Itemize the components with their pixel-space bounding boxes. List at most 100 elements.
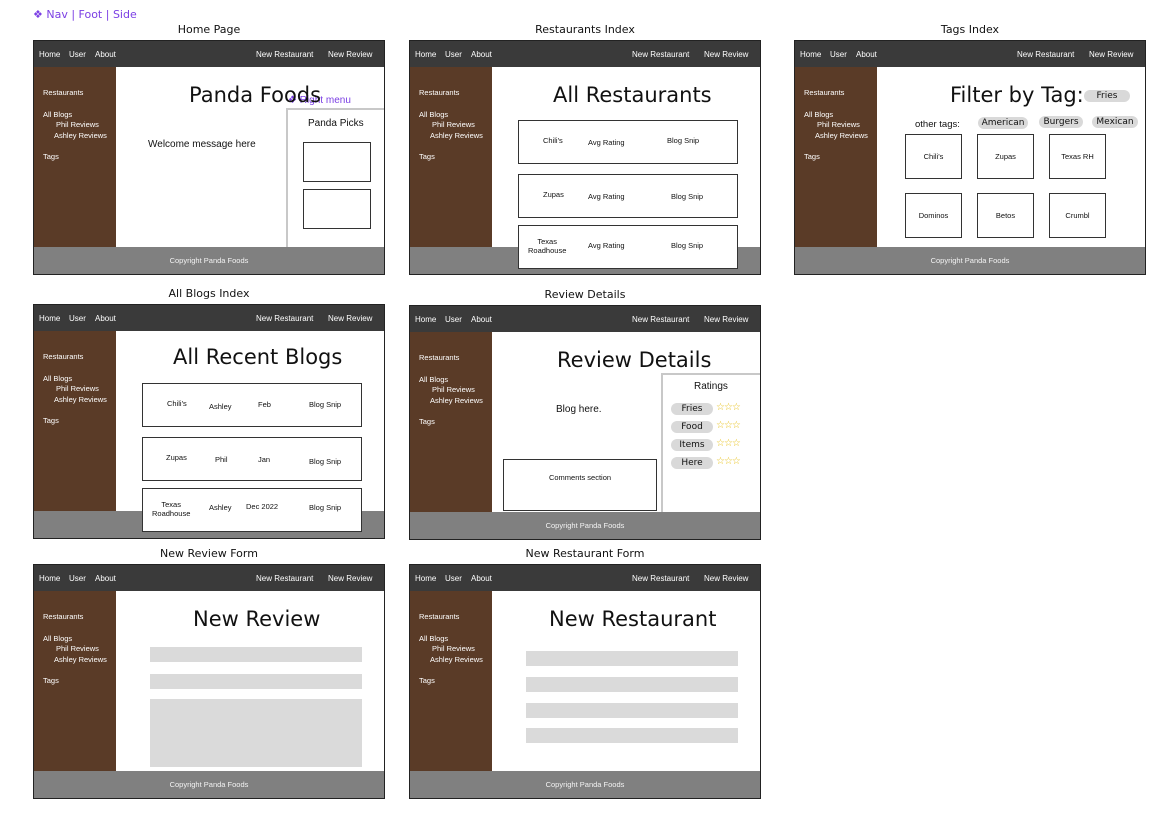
nav-new-review-link[interactable]: New Review: [328, 50, 372, 59]
nav-home-link[interactable]: Home: [415, 574, 436, 583]
sidebar-item-ashley-reviews[interactable]: Ashley Reviews: [815, 131, 868, 140]
nav-new-review-link[interactable]: New Review: [328, 314, 372, 323]
nav-about-link[interactable]: About: [471, 50, 492, 59]
tag-card[interactable]: Zupas: [977, 134, 1034, 179]
sidebar-item-restaurants[interactable]: Restaurants: [43, 612, 83, 621]
nav-new-review-link[interactable]: New Review: [328, 574, 372, 583]
nav-home-link[interactable]: Home: [39, 574, 60, 583]
input-field[interactable]: [526, 728, 738, 743]
sidebar-item-tags[interactable]: Tags: [419, 417, 435, 426]
nav-about-link[interactable]: About: [95, 574, 116, 583]
tag-pill[interactable]: American: [978, 117, 1028, 129]
sidebar-item-ashley-reviews[interactable]: Ashley Reviews: [54, 395, 107, 404]
sidebar-item-ashley-reviews[interactable]: Ashley Reviews: [54, 655, 107, 664]
nav-user-link[interactable]: User: [69, 574, 86, 583]
sidebar-item-all-blogs[interactable]: All Blogs: [419, 634, 448, 643]
sidebar-item-phil-reviews[interactable]: Phil Reviews: [432, 644, 475, 653]
nav-new-review-link[interactable]: New Review: [1089, 50, 1133, 59]
nav-home-link[interactable]: Home: [39, 314, 60, 323]
blog-card[interactable]: Texas Roadhouse Ashley Dec 2022 Blog Sni…: [142, 488, 362, 532]
nav-new-restaurant-link[interactable]: New Restaurant: [256, 50, 313, 59]
sidebar-item-tags[interactable]: Tags: [43, 416, 59, 425]
blog-card[interactable]: Chili's Ashley Feb Blog Snip: [142, 383, 362, 427]
nav-about-link[interactable]: About: [471, 315, 492, 324]
sidebar-item-phil-reviews[interactable]: Phil Reviews: [432, 385, 475, 394]
blog-card[interactable]: Zupas Phil Jan Blog Snip: [142, 437, 362, 481]
nav-user-link[interactable]: User: [445, 574, 462, 583]
sidebar-item-ashley-reviews[interactable]: Ashley Reviews: [430, 396, 483, 405]
input-field[interactable]: [150, 674, 362, 689]
tag-card[interactable]: Chili's: [905, 134, 962, 179]
sidebar-item-all-blogs[interactable]: All Blogs: [43, 374, 72, 383]
nav-home-link[interactable]: Home: [415, 50, 436, 59]
sidebar-item-phil-reviews[interactable]: Phil Reviews: [817, 120, 860, 129]
nav-new-restaurant-link[interactable]: New Restaurant: [256, 574, 313, 583]
sidebar-item-all-blogs[interactable]: All Blogs: [804, 110, 833, 119]
sidebar-item-phil-reviews[interactable]: Phil Reviews: [56, 120, 99, 129]
nav-new-review-link[interactable]: New Review: [704, 574, 748, 583]
input-field[interactable]: [526, 677, 738, 692]
sidebar-item-all-blogs[interactable]: All Blogs: [419, 110, 448, 119]
pick-box[interactable]: [303, 189, 371, 229]
star-rating-icon[interactable]: ☆☆☆: [716, 420, 741, 431]
sidebar-item-ashley-reviews[interactable]: Ashley Reviews: [54, 131, 107, 140]
restaurant-card[interactable]: Chili's Avg Rating Blog Snip: [518, 120, 738, 164]
star-rating-icon[interactable]: ☆☆☆: [716, 456, 741, 467]
textarea-field[interactable]: [150, 699, 362, 767]
restaurant-card[interactable]: Texas Roadhouse Avg Rating Blog Snip: [518, 225, 738, 269]
nav-about-link[interactable]: About: [95, 314, 116, 323]
sidebar-item-ashley-reviews[interactable]: Ashley Reviews: [430, 131, 483, 140]
tag-pill[interactable]: Burgers: [1039, 116, 1083, 128]
sidebar-item-restaurants[interactable]: Restaurants: [43, 88, 83, 97]
sidebar-item-tags[interactable]: Tags: [419, 152, 435, 161]
nav-new-restaurant-link[interactable]: New Restaurant: [256, 314, 313, 323]
nav-home-link[interactable]: Home: [800, 50, 821, 59]
nav-new-review-link[interactable]: New Review: [704, 50, 748, 59]
sidebar-item-tags[interactable]: Tags: [804, 152, 820, 161]
comments-section[interactable]: Comments section: [503, 459, 657, 511]
nav-about-link[interactable]: About: [471, 574, 492, 583]
restaurant-card[interactable]: Zupas Avg Rating Blog Snip: [518, 174, 738, 218]
nav-new-restaurant-link[interactable]: New Restaurant: [632, 315, 689, 324]
sidebar-item-tags[interactable]: Tags: [43, 676, 59, 685]
sidebar-item-all-blogs[interactable]: All Blogs: [43, 110, 72, 119]
input-field[interactable]: [526, 703, 738, 718]
sidebar-item-phil-reviews[interactable]: Phil Reviews: [56, 644, 99, 653]
sidebar-item-all-blogs[interactable]: All Blogs: [43, 634, 72, 643]
input-field[interactable]: [526, 651, 738, 666]
sidebar-item-phil-reviews[interactable]: Phil Reviews: [56, 384, 99, 393]
tag-card[interactable]: Crumbl: [1049, 193, 1106, 238]
nav-user-link[interactable]: User: [445, 315, 462, 324]
nav-user-link[interactable]: User: [830, 50, 847, 59]
nav-user-link[interactable]: User: [445, 50, 462, 59]
input-field[interactable]: [150, 647, 362, 662]
sidebar-item-tags[interactable]: Tags: [419, 676, 435, 685]
sidebar-item-phil-reviews[interactable]: Phil Reviews: [432, 120, 475, 129]
nav-home-link[interactable]: Home: [415, 315, 436, 324]
nav-home-link[interactable]: Home: [39, 50, 60, 59]
star-rating-icon[interactable]: ☆☆☆: [716, 402, 741, 413]
pick-box[interactable]: [303, 142, 371, 182]
tag-card[interactable]: Texas RH: [1049, 134, 1106, 179]
sidebar-item-tags[interactable]: Tags: [43, 152, 59, 161]
tag-pill[interactable]: Mexican: [1092, 116, 1138, 128]
nav-new-restaurant-link[interactable]: New Restaurant: [632, 574, 689, 583]
tag-card[interactable]: Betos: [977, 193, 1034, 238]
nav-about-link[interactable]: About: [95, 50, 116, 59]
nav-user-link[interactable]: User: [69, 50, 86, 59]
nav-new-review-link[interactable]: New Review: [704, 315, 748, 324]
sidebar-item-all-blogs[interactable]: All Blogs: [419, 375, 448, 384]
sidebar-item-restaurants[interactable]: Restaurants: [43, 352, 83, 361]
sidebar-item-restaurants[interactable]: Restaurants: [419, 612, 459, 621]
nav-about-link[interactable]: About: [856, 50, 877, 59]
tag-pill-active[interactable]: Fries: [1084, 90, 1130, 102]
tag-card[interactable]: Dominos: [905, 193, 962, 238]
star-rating-icon[interactable]: ☆☆☆: [716, 438, 741, 449]
sidebar-item-restaurants[interactable]: Restaurants: [804, 88, 844, 97]
nav-user-link[interactable]: User: [69, 314, 86, 323]
nav-new-restaurant-link[interactable]: New Restaurant: [1017, 50, 1074, 59]
sidebar-item-ashley-reviews[interactable]: Ashley Reviews: [430, 655, 483, 664]
nav-new-restaurant-link[interactable]: New Restaurant: [632, 50, 689, 59]
sidebar-item-restaurants[interactable]: Restaurants: [419, 88, 459, 97]
sidebar-item-restaurants[interactable]: Restaurants: [419, 353, 459, 362]
